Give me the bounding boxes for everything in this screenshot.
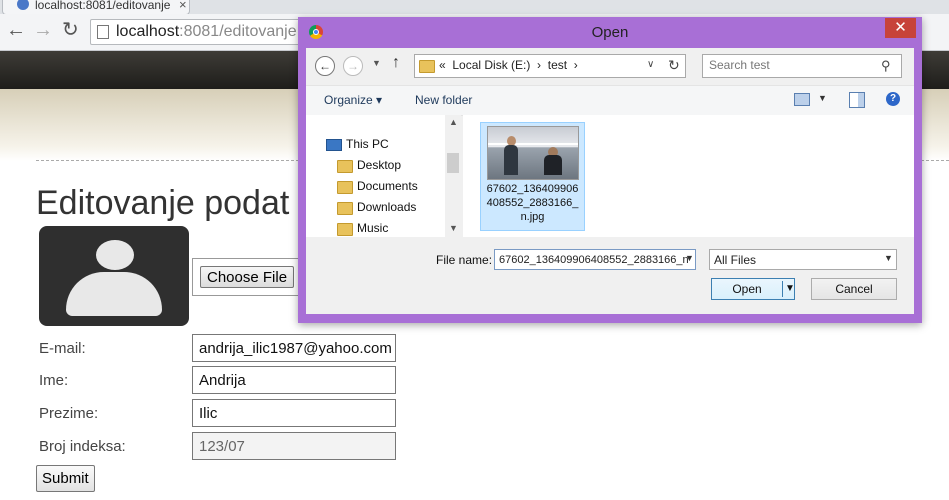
close-button[interactable]: ✕ — [885, 18, 916, 38]
photo-thumbnail — [487, 126, 579, 180]
refresh-icon[interactable]: ↻ — [668, 57, 680, 74]
file-list: 67602_136409906408552_2883166_n.jpg — [463, 115, 914, 237]
open-button[interactable]: Open ▼ — [711, 278, 795, 300]
computer-icon — [326, 139, 342, 151]
choose-file-button[interactable]: Choose File — [200, 266, 295, 288]
email-label: E-mail: — [39, 340, 86, 357]
path-text: « Local Disk (E:) › test › — [439, 58, 578, 72]
avatar-head-icon — [96, 240, 134, 270]
folder-icon — [419, 60, 435, 73]
file-item[interactable]: 67602_136409906408552_2883166_n.jpg — [480, 122, 585, 231]
documents-folder-icon — [337, 181, 353, 194]
search-placeholder: Search test — [709, 58, 770, 72]
file-name-label: File name: — [436, 253, 493, 267]
open-chevron-down-icon[interactable]: ▼ — [785, 283, 795, 294]
page-icon — [97, 25, 109, 39]
command-bar: Organize ▾ New folder ▼ ? — [306, 85, 914, 116]
forward-icon[interactable]: → — [33, 20, 53, 40]
file-type-chevron-down-icon[interactable]: ▼ — [884, 253, 893, 263]
scroll-thumb[interactable] — [447, 153, 459, 173]
view-icon[interactable] — [794, 93, 810, 106]
navigation-pane: This PC Desktop Documents Downloads Musi… — [306, 115, 461, 237]
path-chevron-down-icon[interactable]: ∨ — [647, 59, 654, 70]
address-text: localhost:8081/editovanje — [116, 23, 297, 40]
scroll-down-icon[interactable]: ▼ — [449, 223, 458, 233]
page-title: Editovanje podat — [36, 184, 290, 222]
cancel-button[interactable]: Cancel — [811, 278, 897, 300]
downloads-folder-icon — [337, 202, 353, 215]
desktop-folder-icon — [337, 160, 353, 173]
avatar-image — [39, 226, 189, 326]
ime-field[interactable]: Andrija — [192, 366, 396, 394]
path-breadcrumb[interactable]: « Local Disk (E:) › test › ∨ ↻ — [414, 54, 686, 78]
page-favicon-icon — [17, 0, 29, 10]
avatar-body-icon — [66, 272, 162, 316]
prezime-label: Prezime: — [39, 405, 99, 422]
back-icon[interactable]: ← — [6, 20, 26, 40]
file-name: 67602_136409906408552_2883166_n.jpg — [486, 183, 579, 223]
dialog-titlebar[interactable]: Open ✕ — [298, 17, 922, 47]
tab-strip: localhost:8081/editovanje × — [0, 0, 949, 15]
back-icon[interactable]: ← — [315, 56, 335, 76]
scroll-up-icon[interactable]: ▲ — [449, 117, 458, 127]
recent-locations-chevron-icon[interactable]: ▼ — [372, 58, 381, 68]
search-icon: ⚲ — [881, 58, 891, 73]
up-folder-icon[interactable]: ↑ — [392, 54, 400, 72]
tab-title: localhost:8081/editovanje — [35, 0, 171, 12]
tab-close-icon[interactable]: × — [179, 0, 187, 12]
view-chevron-down-icon[interactable]: ▼ — [818, 93, 827, 103]
open-button-label: Open — [732, 282, 762, 296]
ime-label: Ime: — [39, 372, 69, 389]
file-name-field[interactable]: 67602_136409906408552_2883166_n — [494, 249, 696, 270]
dialog-footer: File name: 67602_136409906408552_2883166… — [306, 238, 914, 314]
prezime-field[interactable]: Ilic — [192, 399, 396, 427]
broj-indeksa-field[interactable]: 123/07 — [192, 432, 396, 460]
reload-icon[interactable]: ↻ — [62, 20, 79, 40]
open-file-dialog: Open ✕ ← → ▼ ↑ « Local Disk (E:) › test … — [298, 17, 922, 323]
music-folder-icon — [337, 223, 353, 236]
email-field[interactable]: andrija_ilic1987@yahoo.com — [192, 334, 396, 362]
browser-tab[interactable]: localhost:8081/editovanje × — [2, 0, 190, 15]
forward-icon[interactable]: → — [343, 56, 363, 76]
dialog-title: Open — [591, 24, 629, 41]
broj-indeksa-label: Broj indeksa: — [39, 438, 126, 455]
preview-pane-icon[interactable] — [849, 92, 865, 108]
search-input[interactable]: Search test ⚲ — [702, 54, 902, 78]
help-icon[interactable]: ? — [886, 92, 900, 106]
organize-menu[interactable]: Organize ▾ — [324, 93, 382, 107]
new-folder-button[interactable]: New folder — [415, 93, 472, 107]
file-type-select[interactable]: All Files — [709, 249, 897, 270]
file-name-chevron-down-icon[interactable]: ▼ — [685, 253, 694, 263]
dialog-body: ← → ▼ ↑ « Local Disk (E:) › test › ∨ ↻ S… — [306, 48, 914, 314]
split-divider — [782, 281, 783, 297]
submit-button[interactable]: Submit — [36, 465, 95, 492]
navigation-scrollbar[interactable]: ▲ ▼ — [445, 115, 461, 237]
